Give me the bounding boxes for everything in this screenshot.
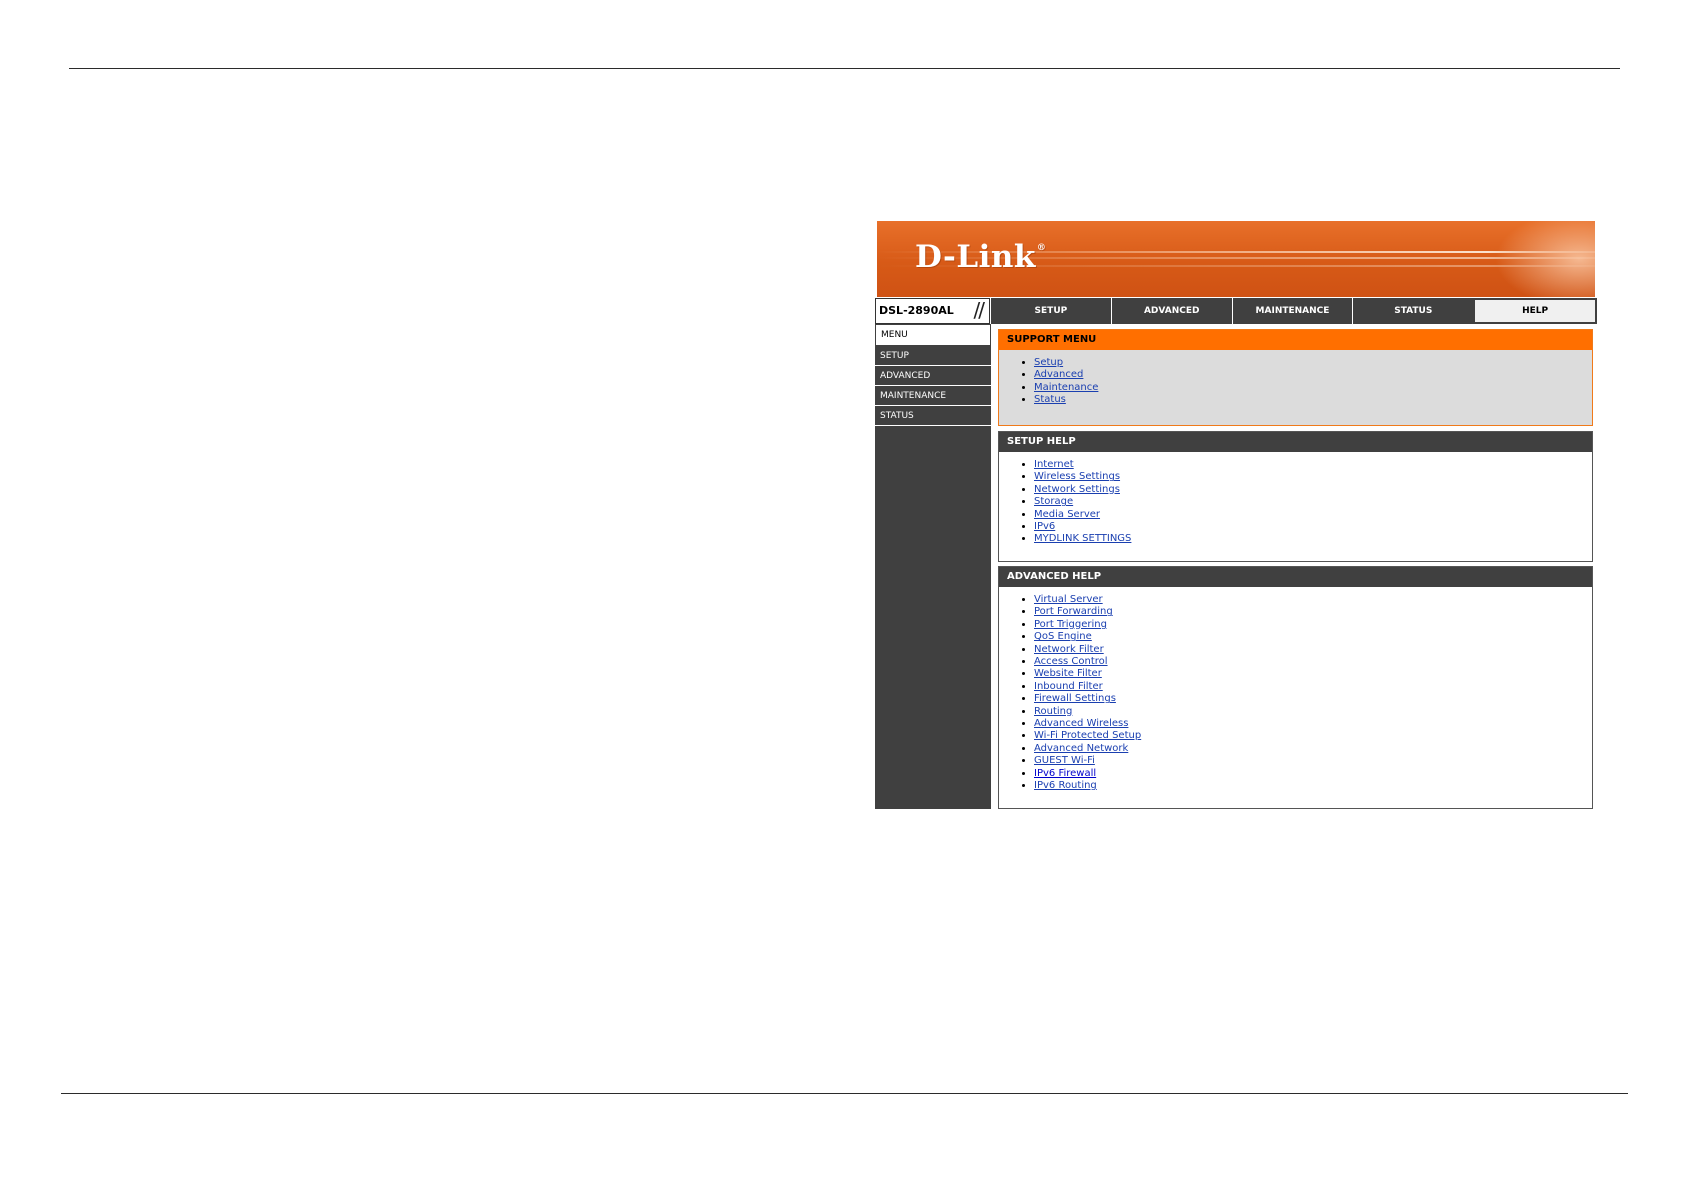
help-link-website-filter[interactable]: Website Filter	[1034, 668, 1102, 679]
advanced-help-list: Virtual Server Port Forwarding Port Trig…	[999, 587, 1592, 793]
list-item: IPv6	[1034, 521, 1592, 533]
list-item: Status	[1034, 394, 1592, 406]
help-link-network-settings[interactable]: Network Settings	[1034, 484, 1120, 495]
manual-page: D-Link® DSL-2890AL // SETUP ADVANCED MAI…	[0, 0, 1684, 1191]
help-link-port-triggering[interactable]: Port Triggering	[1034, 619, 1107, 630]
support-menu-list: Setup Advanced Maintenance Status	[999, 350, 1592, 407]
page-top-rule	[69, 68, 1620, 69]
help-link-qos-engine[interactable]: QoS Engine	[1034, 631, 1092, 642]
help-link-wireless-settings[interactable]: Wireless Settings	[1034, 471, 1120, 482]
slash-separator-icon: //	[973, 298, 986, 322]
top-navigation: DSL-2890AL // SETUP ADVANCED MAINTENANCE…	[875, 298, 1597, 324]
model-label: DSL-2890AL //	[875, 298, 990, 324]
tab-advanced[interactable]: ADVANCED	[1110, 298, 1232, 324]
router-web-ui-screenshot: D-Link® DSL-2890AL // SETUP ADVANCED MAI…	[875, 221, 1597, 809]
help-link-ipv6-routing[interactable]: IPv6 Routing	[1034, 780, 1097, 791]
list-item: Website Filter	[1034, 668, 1592, 680]
list-item: Advanced	[1034, 369, 1592, 381]
help-link-advanced-wireless[interactable]: Advanced Wireless	[1034, 718, 1128, 729]
sidebar-item-status[interactable]: STATUS	[875, 406, 991, 426]
list-item: Routing	[1034, 706, 1592, 718]
list-item: Advanced Wireless	[1034, 718, 1592, 730]
list-item: Access Control	[1034, 656, 1592, 668]
page-bottom-rule	[61, 1093, 1628, 1094]
help-link-internet[interactable]: Internet	[1034, 459, 1074, 470]
support-link-maintenance[interactable]: Maintenance	[1034, 382, 1098, 393]
help-link-access-control[interactable]: Access Control	[1034, 656, 1108, 667]
help-link-inbound-filter[interactable]: Inbound Filter	[1034, 681, 1103, 692]
help-link-mydlink-settings[interactable]: MYDLINK SETTINGS	[1034, 533, 1131, 544]
list-item: Port Forwarding	[1034, 606, 1592, 618]
list-item: Wireless Settings	[1034, 471, 1592, 483]
list-item: IPv6 Routing	[1034, 780, 1592, 792]
help-link-port-forwarding[interactable]: Port Forwarding	[1034, 606, 1113, 617]
list-item: MYDLINK SETTINGS	[1034, 533, 1592, 545]
help-link-ipv6-firewall[interactable]: IPv6 Firewall	[1034, 768, 1096, 779]
support-menu-panel: SUPPORT MENU Setup Advanced Maintenance …	[998, 329, 1593, 426]
help-link-advanced-network[interactable]: Advanced Network	[1034, 743, 1128, 754]
support-link-status[interactable]: Status	[1034, 394, 1066, 405]
tab-help[interactable]: HELP	[1473, 298, 1597, 324]
tab-status[interactable]: STATUS	[1352, 298, 1474, 324]
list-item: QoS Engine	[1034, 631, 1592, 643]
sidebar-item-setup[interactable]: SETUP	[875, 346, 991, 366]
list-item: Network Settings	[1034, 484, 1592, 496]
sidebar-item-menu[interactable]: MENU	[875, 324, 991, 346]
sidebar-item-maintenance[interactable]: MAINTENANCE	[875, 386, 991, 406]
help-link-firewall-settings[interactable]: Firewall Settings	[1034, 693, 1116, 704]
list-item: Virtual Server	[1034, 594, 1592, 606]
support-menu-header: SUPPORT MENU	[999, 330, 1592, 350]
list-item: Network Filter	[1034, 644, 1592, 656]
list-item: Advanced Network	[1034, 743, 1592, 755]
list-item: Maintenance	[1034, 382, 1592, 394]
list-item: Inbound Filter	[1034, 681, 1592, 693]
sidebar: MENU SETUP ADVANCED MAINTENANCE STATUS	[875, 324, 991, 809]
support-link-advanced[interactable]: Advanced	[1034, 369, 1083, 380]
support-link-setup[interactable]: Setup	[1034, 357, 1063, 368]
tab-maintenance[interactable]: MAINTENANCE	[1231, 298, 1353, 324]
help-link-virtual-server[interactable]: Virtual Server	[1034, 594, 1103, 605]
setup-help-panel: SETUP HELP Internet Wireless Settings Ne…	[998, 431, 1593, 562]
help-link-network-filter[interactable]: Network Filter	[1034, 644, 1104, 655]
list-item: IPv6 Firewall	[1034, 768, 1592, 780]
list-item: GUEST Wi-Fi	[1034, 755, 1592, 767]
setup-help-header: SETUP HELP	[999, 432, 1592, 452]
setup-help-list: Internet Wireless Settings Network Setti…	[999, 452, 1592, 546]
advanced-help-header: ADVANCED HELP	[999, 567, 1592, 587]
help-link-wifi-protected-setup[interactable]: Wi-Fi Protected Setup	[1034, 730, 1141, 741]
dlink-logo: D-Link®	[915, 239, 1047, 275]
list-item: Firewall Settings	[1034, 693, 1592, 705]
list-item: Port Triggering	[1034, 619, 1592, 631]
help-link-guest-wifi[interactable]: GUEST Wi-Fi	[1034, 755, 1095, 766]
help-link-storage[interactable]: Storage	[1034, 496, 1073, 507]
list-item: Setup	[1034, 357, 1592, 369]
tab-setup[interactable]: SETUP	[990, 298, 1111, 324]
dlink-banner: D-Link®	[877, 221, 1595, 297]
help-link-routing[interactable]: Routing	[1034, 706, 1072, 717]
advanced-help-panel: ADVANCED HELP Virtual Server Port Forwar…	[998, 566, 1593, 809]
help-link-ipv6[interactable]: IPv6	[1034, 521, 1055, 532]
help-link-media-server[interactable]: Media Server	[1034, 509, 1100, 520]
list-item: Storage	[1034, 496, 1592, 508]
list-item: Media Server	[1034, 509, 1592, 521]
list-item: Wi-Fi Protected Setup	[1034, 730, 1592, 742]
sidebar-item-advanced[interactable]: ADVANCED	[875, 366, 991, 386]
list-item: Internet	[1034, 459, 1592, 471]
